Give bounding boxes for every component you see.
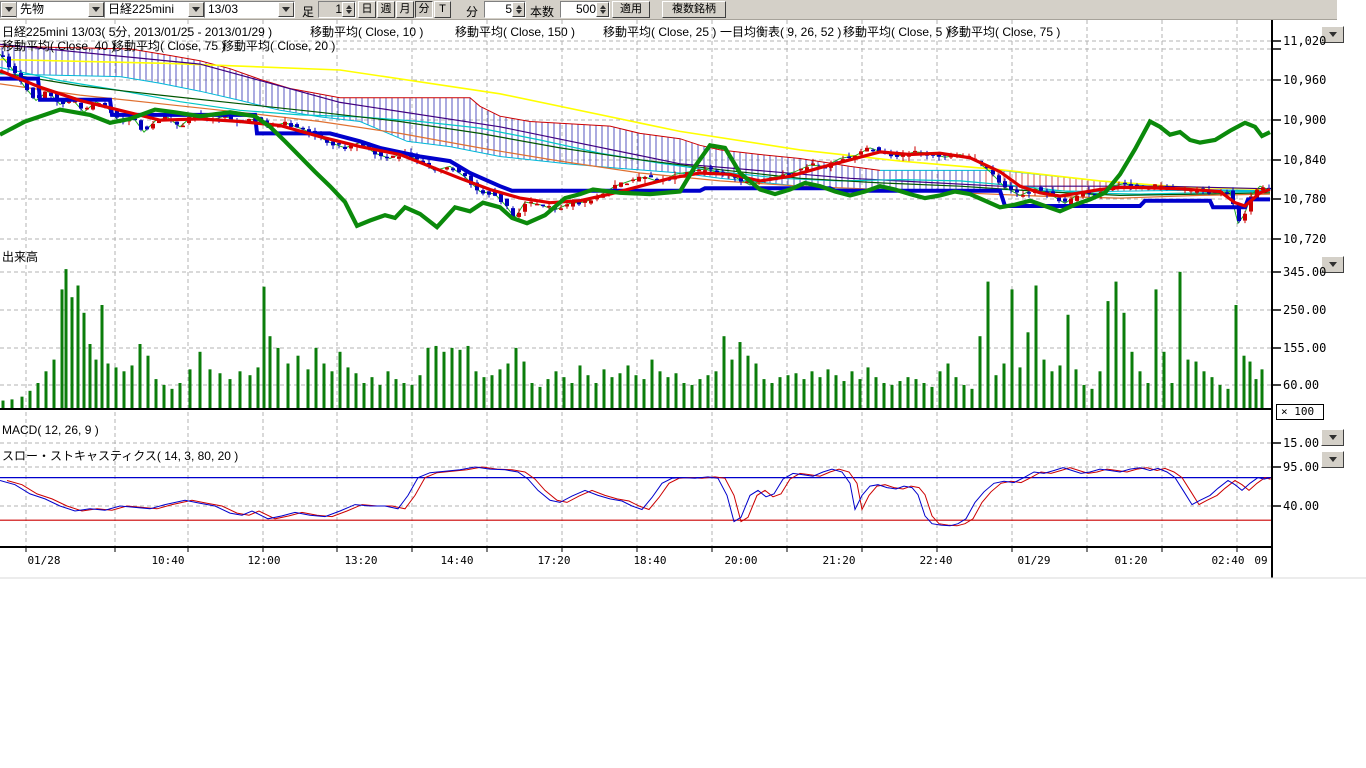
chevron-down-icon	[1329, 262, 1337, 267]
timeframe-week-button[interactable]: 週	[377, 1, 395, 18]
bar-interval-value: 1	[335, 2, 342, 17]
time-axis-label: 01/28	[27, 554, 60, 567]
legend-item: 移動平均( Close, 40 )	[2, 37, 115, 54]
axis-tick-label: 345.00	[1283, 265, 1326, 279]
multi-symbol-button[interactable]: 複数銘柄	[662, 1, 726, 18]
symbol-type-value: 先物	[20, 2, 44, 16]
legend-item: 移動平均( Close, 25 )	[603, 23, 716, 40]
axis-tick-label: 10,960	[1283, 73, 1326, 87]
chart-plot-area[interactable]	[0, 19, 1366, 609]
bar-interval-spin-icon[interactable]	[342, 2, 355, 17]
chevron-down-icon	[1329, 435, 1337, 440]
bar-count-label: 本数	[530, 3, 554, 20]
contract-month-combobox[interactable]: 13/03	[204, 1, 295, 18]
timeframe-day-button[interactable]: 日	[358, 1, 376, 18]
axis-tick-label: 250.00	[1283, 303, 1326, 317]
minute-interval-stepper[interactable]: 5	[484, 1, 526, 18]
bar-interval-stepper[interactable]: 1	[318, 1, 356, 18]
volume-multiplier-badge: × 100	[1276, 404, 1324, 420]
legend-item: 移動平均( Close, 5 )	[843, 23, 950, 40]
time-axis-label: 10:40	[151, 554, 184, 567]
bar-count-stepper[interactable]: 500	[560, 1, 610, 18]
chevron-down-icon	[1329, 32, 1337, 37]
macd-pane-title: MACD( 12, 26, 9 )	[2, 423, 99, 437]
axis-tick-label: 10,900	[1283, 113, 1326, 127]
macd-pane-menu-button[interactable]	[1321, 429, 1344, 446]
legend-item: 移動平均( Close, 150 )	[455, 23, 575, 40]
legend-item: 移動平均( Close, 20 )	[222, 37, 335, 54]
minute-label: 分	[466, 3, 478, 20]
toolbar: 先物 日経225mini 13/03 足 1 日 週 月 分 T 分 5 本数 …	[0, 0, 1337, 20]
minute-interval-spin-icon[interactable]	[512, 2, 525, 17]
stoch-pane-menu-button[interactable]	[1321, 451, 1344, 468]
chevron-down-icon	[1329, 457, 1337, 462]
symbol-combobox[interactable]: 日経225mini	[104, 1, 205, 18]
contract-month-value: 13/03	[208, 2, 238, 16]
time-axis-label: 17:20	[537, 554, 570, 567]
mini-combobox-arrow-icon[interactable]	[1, 2, 17, 17]
time-axis-label: 02:40	[1211, 554, 1244, 567]
time-axis-label: 13:20	[344, 554, 377, 567]
symbol-value: 日経225mini	[108, 2, 174, 16]
axis-tick-label: 10,780	[1283, 192, 1326, 206]
timeframe-minute-button[interactable]: 分	[415, 1, 433, 18]
bar-type-label: 足	[302, 3, 314, 20]
apply-button[interactable]: 適用	[612, 1, 650, 18]
time-axis-label: 09	[1254, 554, 1267, 567]
legend-item: 移動平均( Close, 75 )	[947, 23, 1060, 40]
contract-month-arrow-icon[interactable]	[278, 2, 294, 17]
axis-tick-label: 60.00	[1283, 378, 1319, 392]
bar-count-value: 500	[576, 2, 596, 17]
time-axis-label: 14:40	[440, 554, 473, 567]
chart-area: 出来高 MACD( 12, 26, 9 ) スロー・ストキャスティクス( 14,…	[0, 19, 1366, 619]
axis-tick-label: 11,020	[1283, 34, 1326, 48]
axis-tick-label: 95.00	[1283, 460, 1319, 474]
time-axis-label: 21:20	[822, 554, 855, 567]
time-axis-label: 20:00	[724, 554, 757, 567]
axis-tick-label: 10,840	[1283, 153, 1326, 167]
stoch-pane-title: スロー・ストキャスティクス( 14, 3, 80, 20 )	[2, 447, 238, 464]
symbol-arrow-icon[interactable]	[188, 2, 204, 17]
symbol-type-arrow-icon[interactable]	[88, 2, 104, 17]
timeframe-tick-button[interactable]: T	[434, 1, 451, 18]
volume-pane-title: 出来高	[2, 248, 38, 265]
axis-tick-label: 40.00	[1283, 499, 1319, 513]
minute-interval-value: 5	[505, 2, 512, 17]
legend-item: 移動平均( Close, 75 )	[112, 37, 225, 54]
legend-item: 一目均衡表( 9, 26, 52 )	[720, 23, 841, 40]
time-axis-label: 01/29	[1017, 554, 1050, 567]
time-axis-label: 01:20	[1114, 554, 1147, 567]
bar-count-spin-icon[interactable]	[596, 2, 609, 17]
time-axis-label: 12:00	[247, 554, 280, 567]
time-axis-label: 18:40	[633, 554, 666, 567]
time-axis-label: 22:40	[919, 554, 952, 567]
trading-app-window: { "toolbar":{ "combo_mini":"", "combo_sy…	[0, 0, 1366, 768]
axis-tick-label: 15.00	[1283, 436, 1319, 450]
timeframe-month-button[interactable]: 月	[396, 1, 414, 18]
symbol-type-combobox[interactable]: 先物	[16, 1, 105, 18]
axis-tick-label: 10,720	[1283, 232, 1326, 246]
axis-tick-label: 155.00	[1283, 341, 1326, 355]
